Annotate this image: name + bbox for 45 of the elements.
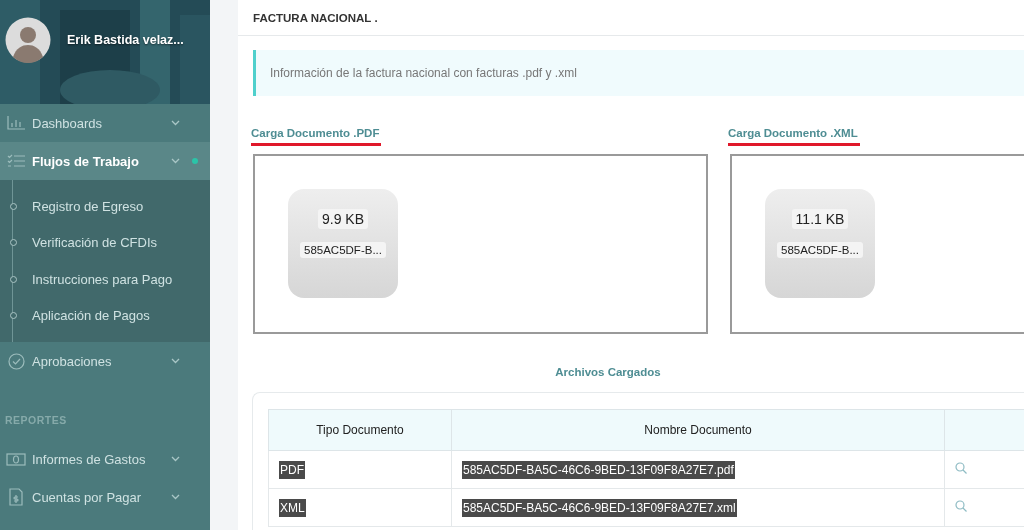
- section-label: REPORTES: [4, 413, 68, 428]
- check-circle-icon: [7, 352, 25, 370]
- drop-zone[interactable]: 9.9 KB 585AC5DF-B...: [253, 154, 708, 334]
- info-message: Información de la factura nacional con facturas .pdf y .xml: [253, 50, 1024, 96]
- submenu-item[interactable]: Aplicación de Pagos: [32, 308, 150, 324]
- file-size: 9.9 KB: [318, 209, 368, 229]
- checklist-icon: [7, 154, 25, 168]
- menu-item[interactable]: Aprobaciones: [0, 342, 210, 380]
- bullet-icon: [10, 275, 17, 283]
- avatar: [5, 17, 51, 63]
- selected-text: XML: [279, 498, 306, 517]
- selected-text: 585AC5DF-BA5C-46C6-9BED-13F09F8A27E7.pdf: [462, 460, 735, 479]
- menu-item[interactable]: Flujos de Trabajo: [0, 142, 210, 180]
- upload-label: Carga Documento .PDF: [251, 127, 382, 146]
- menu-item[interactable]: Informes de Gastos: [0, 440, 210, 478]
- submenu-item[interactable]: Verificación de CFDIs: [32, 235, 157, 251]
- submenu-item[interactable]: Instrucciones para Pago: [32, 271, 173, 287]
- page-title: FACTURA NACIONAL .: [238, 0, 1024, 36]
- bar-chart-icon: [7, 116, 25, 130]
- selected-text: 585AC5DF-BA5C-46C6-9BED-13F09F8A27E7.xml: [462, 498, 737, 517]
- search-icon[interactable]: [955, 500, 967, 512]
- bullet-icon: [10, 312, 17, 320]
- invoice-icon: [9, 488, 23, 506]
- column-header: Nombre Documento: [451, 409, 945, 451]
- menu-item[interactable]: Cuentas por Pagar: [0, 478, 210, 516]
- submenu-item[interactable]: Registro de Egreso: [32, 198, 144, 214]
- column-header: Tipo Documento: [268, 409, 452, 451]
- bullet-icon: [10, 202, 17, 210]
- drop-zone[interactable]: 11.1 KB 585AC5DF-B...: [730, 154, 1024, 334]
- file-name: 585AC5DF-B...: [777, 242, 863, 258]
- chevron-down-icon: [171, 358, 180, 364]
- file-name: 585AC5DF-B...: [300, 242, 386, 258]
- user-name: Erik Bastida velaz...: [67, 33, 184, 47]
- chevron-down-icon: [171, 120, 180, 126]
- chevron-down-icon: [171, 456, 180, 462]
- chevron-down-icon: [171, 158, 180, 164]
- file-size: 11.1 KB: [791, 209, 849, 229]
- section-title: Archivos Cargados: [554, 366, 662, 378]
- banknote-icon: [6, 452, 26, 466]
- chevron-down-icon: [171, 494, 180, 500]
- search-icon[interactable]: [955, 462, 967, 474]
- upload-label: Carga Documento .XML: [728, 127, 860, 146]
- bullet-icon: [10, 239, 17, 247]
- selected-text: PDF: [279, 460, 305, 479]
- menu-item[interactable]: Dashboards: [0, 104, 210, 142]
